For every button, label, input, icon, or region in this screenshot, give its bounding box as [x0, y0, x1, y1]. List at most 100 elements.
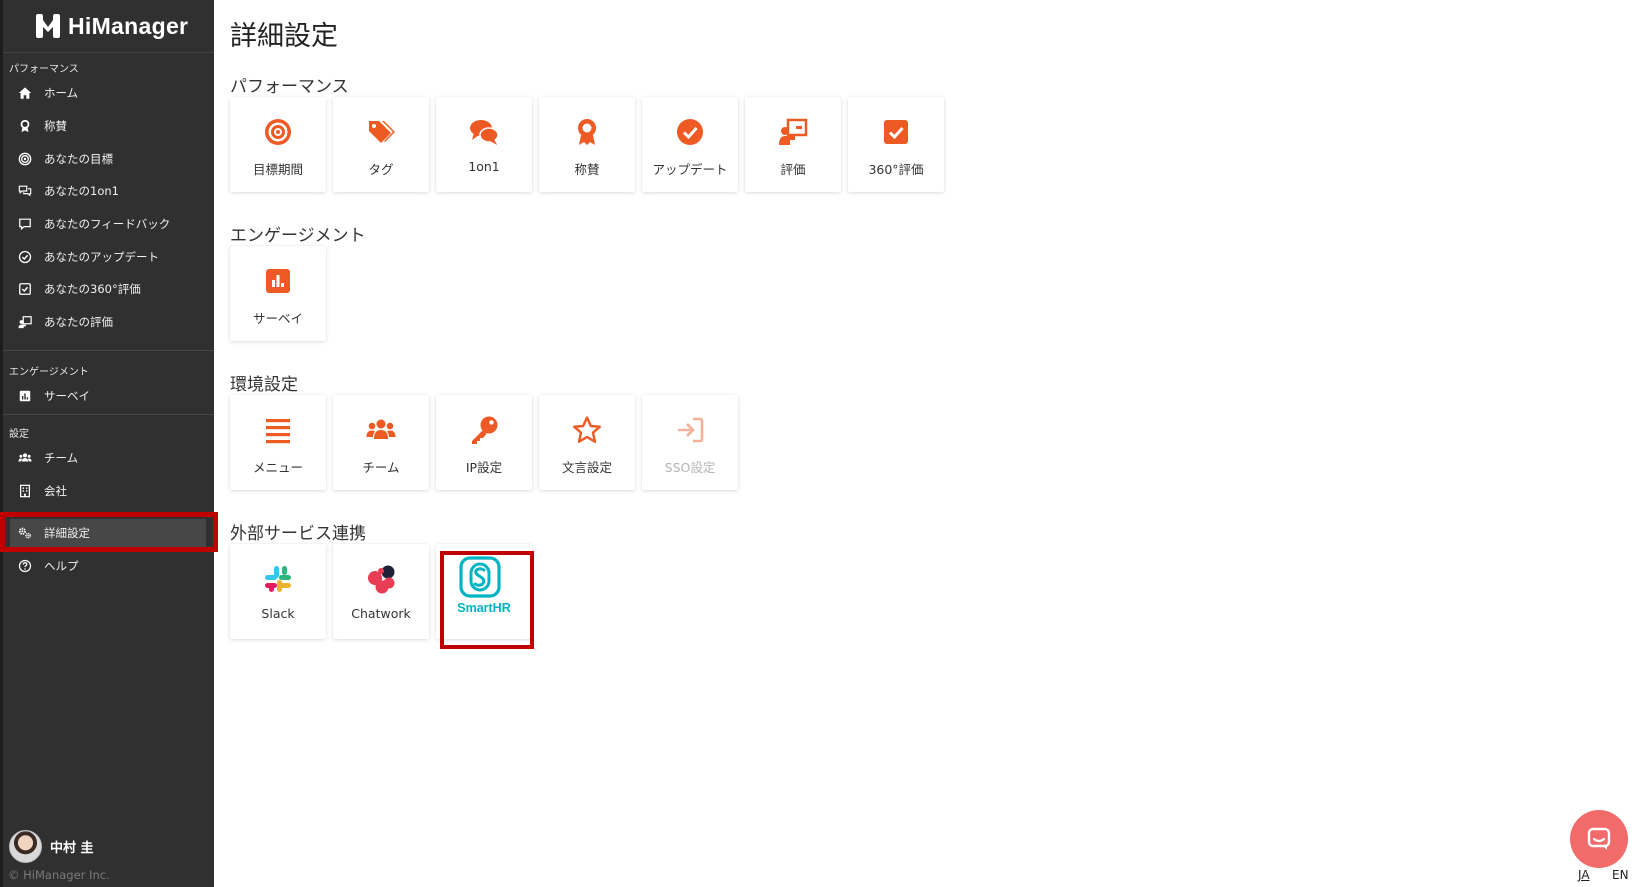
himanager-logo-icon	[36, 14, 60, 38]
check-square-icon	[881, 117, 911, 147]
sidebar-item-label: 詳細設定	[44, 526, 90, 540]
card-wording-settings[interactable]: 文言設定	[539, 395, 635, 490]
sidebar: HiManager パフォーマンス ホーム 称賛 あなたの目標 あなたの1on1…	[0, 0, 214, 887]
card-sso-settings[interactable]: SSO設定	[642, 395, 738, 490]
home-icon	[18, 86, 32, 100]
card-ip-settings[interactable]: IP設定	[436, 395, 532, 490]
check-circle-icon	[675, 117, 705, 147]
building-icon	[18, 484, 32, 498]
sidebar-item-label: 称賛	[44, 119, 67, 133]
poll-icon	[18, 389, 32, 403]
sidebar-item-label: あなたの目標	[44, 152, 113, 166]
card-smarthr[interactable]: SmartHR	[436, 544, 532, 639]
presentation-icon	[778, 117, 808, 147]
presentation-icon	[18, 315, 32, 329]
sidebar-item-your-360[interactable]: あなたの360°評価	[10, 275, 206, 303]
group-title-integrations: 外部サービス連携	[230, 524, 366, 544]
comment-icon	[18, 217, 32, 231]
users-icon	[366, 415, 396, 445]
section-label-engagement: エンゲージメント	[9, 367, 89, 378]
divider	[3, 414, 214, 415]
sidebar-item-label: ホーム	[44, 86, 79, 100]
card-menu[interactable]: メニュー	[230, 395, 326, 490]
sidebar-item-label: あなたの360°評価	[44, 282, 141, 296]
check-circle-icon	[18, 250, 32, 264]
sidebar-item-home[interactable]: ホーム	[10, 79, 206, 107]
card-survey[interactable]: サーベイ	[230, 246, 326, 341]
menu-icon	[263, 415, 293, 445]
sign-in-icon	[675, 415, 705, 445]
chatwork-logo-icon	[366, 564, 396, 594]
smarthr-logo-icon	[459, 556, 501, 598]
card-label: 称賛	[574, 162, 600, 177]
card-label: SSO設定	[664, 460, 716, 475]
chat-support-button[interactable]	[1570, 810, 1628, 868]
card-label: Chatwork	[351, 606, 411, 621]
card-team[interactable]: チーム	[333, 395, 429, 490]
user-name: 中村 圭	[50, 841, 94, 856]
sidebar-item-label: あなたのフィードバック	[44, 217, 171, 231]
card-label: SmartHR	[457, 601, 511, 615]
card-label: タグ	[368, 162, 394, 177]
card-label: チーム	[362, 460, 400, 475]
chat-bubble-icon	[1587, 827, 1611, 850]
sidebar-item-help[interactable]: ヘルプ	[10, 552, 206, 580]
language-en-link[interactable]: EN	[1612, 868, 1629, 882]
tags-icon	[366, 117, 396, 147]
card-label: 目標期間	[252, 162, 303, 177]
sidebar-item-your-evaluation[interactable]: あなたの評価	[10, 308, 206, 336]
sidebar-item-label: あなたの1on1	[44, 184, 119, 198]
card-label: メニュー	[252, 460, 303, 475]
language-ja-link[interactable]: JA	[1578, 868, 1590, 882]
brand-logo[interactable]: HiManager	[34, 9, 188, 43]
card-1on1[interactable]: 1on1	[436, 97, 532, 192]
card-label: Slack	[261, 606, 295, 621]
card-label: アップデート	[652, 162, 728, 177]
card-label: 1on1	[468, 159, 500, 174]
sidebar-item-label: あなたのアップデート	[44, 250, 159, 264]
brand-name: HiManager	[68, 12, 189, 39]
sidebar-item-label: ヘルプ	[44, 559, 79, 573]
slack-logo-icon	[263, 564, 293, 594]
card-goal-period[interactable]: 目標期間	[230, 97, 326, 192]
card-label: 360°評価	[868, 162, 924, 177]
question-icon	[18, 559, 32, 573]
group-title-engagement: エンゲージメント	[230, 226, 366, 246]
copyright: © HiManager Inc.	[8, 868, 110, 882]
user-profile[interactable]: 中村 圭	[9, 830, 94, 863]
card-360-evaluation[interactable]: 360°評価	[848, 97, 944, 192]
card-chatwork[interactable]: Chatwork	[333, 544, 429, 639]
card-label: 評価	[780, 162, 806, 177]
award-icon	[572, 117, 602, 147]
sidebar-item-company[interactable]: 会社	[10, 477, 206, 505]
target-icon	[263, 117, 293, 147]
card-tags[interactable]: タグ	[333, 97, 429, 192]
chat-icon	[18, 184, 32, 198]
divider	[3, 52, 214, 53]
card-evaluation[interactable]: 評価	[745, 97, 841, 192]
sidebar-item-your-goals[interactable]: あなたの目標	[10, 145, 206, 173]
page-title: 詳細設定	[230, 21, 338, 52]
avatar	[9, 830, 42, 863]
divider	[3, 350, 214, 351]
sidebar-item-survey[interactable]: サーベイ	[10, 382, 206, 410]
poll-icon	[263, 266, 293, 296]
card-slack[interactable]: Slack	[230, 544, 326, 639]
sidebar-item-advanced-settings[interactable]: 詳細設定	[10, 519, 206, 547]
sidebar-item-team[interactable]: チーム	[10, 444, 206, 472]
card-praise[interactable]: 称賛	[539, 97, 635, 192]
cogs-icon	[18, 526, 32, 540]
sidebar-item-your-updates[interactable]: あなたのアップデート	[10, 243, 206, 271]
sidebar-item-label: あなたの評価	[44, 315, 113, 329]
card-label: 文言設定	[561, 460, 612, 475]
card-label: サーベイ	[252, 311, 303, 326]
sidebar-item-your-feedback[interactable]: あなたのフィードバック	[10, 210, 206, 238]
sidebar-item-praise[interactable]: 称賛	[10, 112, 206, 140]
sidebar-item-your-1on1[interactable]: あなたの1on1	[10, 177, 206, 205]
section-label-performance: パフォーマンス	[9, 64, 79, 75]
key-icon	[469, 415, 499, 445]
card-update[interactable]: アップデート	[642, 97, 738, 192]
medal-icon	[18, 119, 32, 133]
star-icon	[572, 415, 602, 445]
check-square-icon	[18, 282, 32, 296]
